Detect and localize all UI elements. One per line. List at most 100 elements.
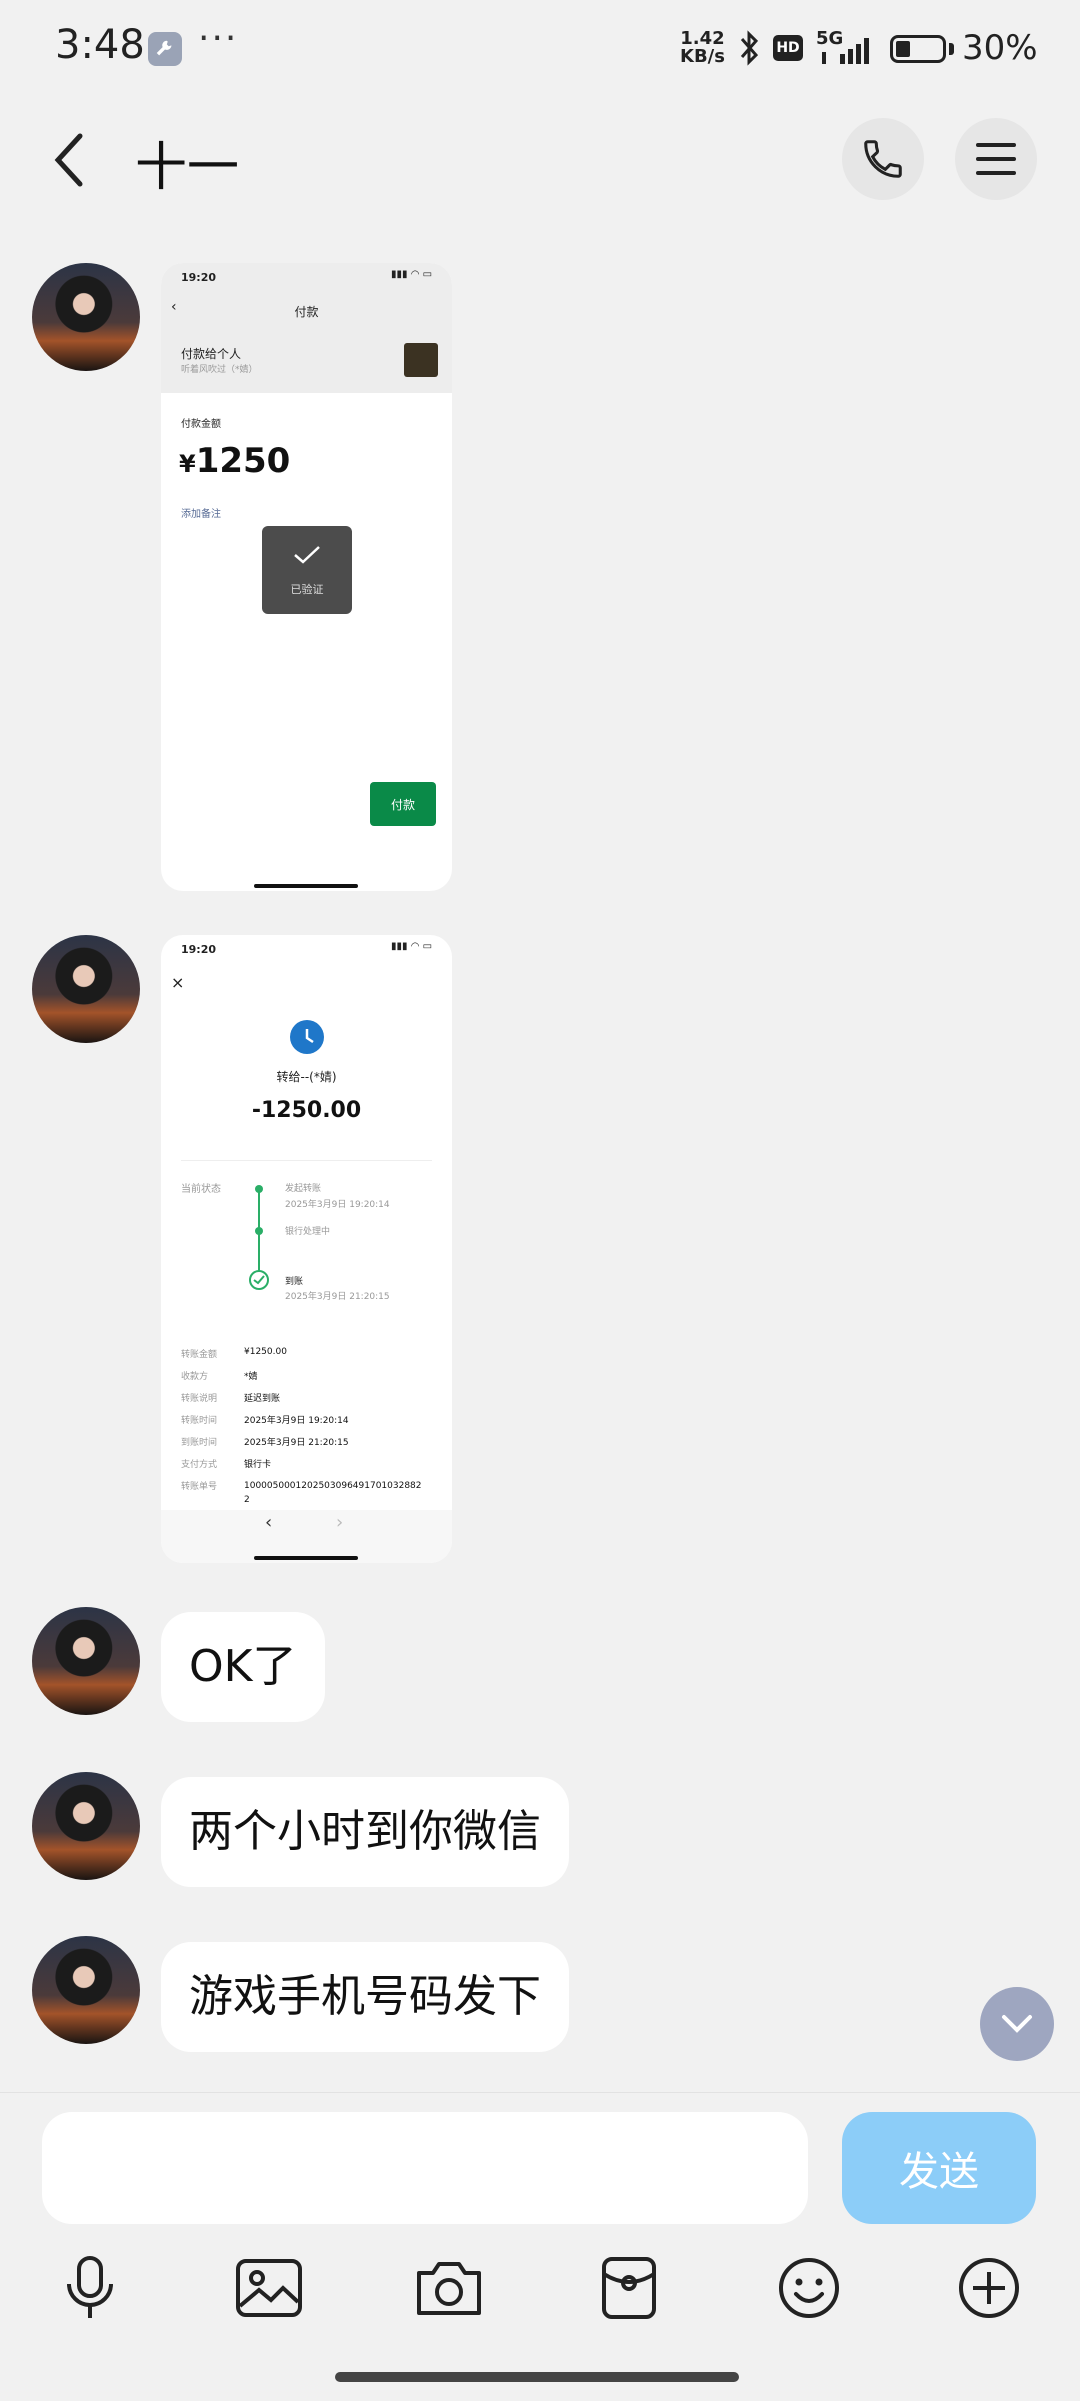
signal-icon — [820, 32, 876, 70]
smiley-icon — [779, 2258, 839, 2318]
gallery-button[interactable] — [229, 2248, 309, 2328]
phone-icon — [864, 140, 902, 178]
camera-button[interactable] — [409, 2248, 489, 2328]
detail-label: 收款方 — [181, 1372, 209, 1382]
avatar[interactable] — [32, 1772, 140, 1880]
avatar[interactable] — [32, 1936, 140, 2044]
screenshot-home-bar — [254, 1556, 358, 1560]
timeline-step-title: 到账 — [285, 1277, 304, 1287]
menu-button[interactable] — [955, 118, 1037, 200]
bluetooth-icon — [736, 28, 762, 72]
screenshot-home-bar — [254, 884, 358, 888]
avatar[interactable] — [32, 1607, 140, 1715]
transfer-details: 转账金额 ¥1250.00 收款方 *婧 转账说明 延迟到账 转账时间 2025年3月9… — [181, 1347, 441, 1507]
avatar[interactable] — [32, 263, 140, 371]
more-button[interactable] — [949, 2248, 1029, 2328]
detail-value: ¥1250.00 — [244, 1347, 287, 1357]
payee-avatar — [404, 343, 438, 377]
amount-row: ¥1250 — [179, 441, 290, 481]
screenshot-status-icons: ▮▮▮ ◠ ▭ — [391, 269, 433, 280]
image-icon — [236, 2259, 302, 2317]
payment-screenshot[interactable]: 19:20 ▮▮▮ ◠ ▭ ‹ 付款 付款给个人 听着风吹过（*婧） 付款金额 … — [161, 263, 452, 891]
red-packet-button[interactable] — [589, 2248, 669, 2328]
detail-row: 转账时间 2025年3月9日 19:20:14 — [181, 1413, 441, 1435]
divider — [181, 1160, 432, 1161]
chevron-right-icon: › — [336, 1512, 344, 1533]
call-button[interactable] — [842, 118, 924, 200]
hamburger-icon — [976, 143, 1016, 175]
pay-button: 付款 — [370, 782, 436, 826]
clock-icon — [290, 1020, 324, 1054]
add-note-link: 添加备注 — [181, 509, 221, 520]
microphone-icon — [67, 2256, 113, 2318]
battery-percent: 30% — [962, 28, 1038, 68]
detail-row: 收款方 *婧 — [181, 1369, 441, 1391]
camera-icon — [417, 2262, 481, 2315]
back-button[interactable] — [30, 120, 110, 200]
detail-row: 转账说明 延迟到账 — [181, 1391, 441, 1413]
status-time: 3:48 — [55, 22, 145, 68]
timeline-step-title: 银行处理中 — [285, 1227, 331, 1237]
screenshot-title: 付款 — [294, 305, 319, 319]
chevron-left-icon — [54, 133, 83, 187]
message-bubble[interactable]: 两个小时到你微信 — [161, 1777, 569, 1887]
transfer-amount: -1250.00 — [251, 1098, 362, 1123]
timeline-dot — [255, 1185, 263, 1193]
detail-value: 银行卡 — [244, 1460, 272, 1470]
detail-value: 2025年3月9日 21:20:15 — [244, 1438, 349, 1448]
wrench-icon — [148, 32, 182, 66]
voice-button[interactable] — [50, 2248, 130, 2328]
screenshot-header: 19:20 ▮▮▮ ◠ ▭ ‹ 付款 付款给个人 听着风吹过（*婧） — [161, 263, 452, 393]
detail-label: 转账时间 — [181, 1416, 218, 1426]
message-bubble[interactable]: OK了 — [161, 1612, 325, 1722]
detail-row: 转账单号 1000050001202503096491701032882 2 — [181, 1479, 441, 1507]
detail-row: 到账时间 2025年3月9日 21:20:15 — [181, 1435, 441, 1457]
detail-label: 转账说明 — [181, 1394, 218, 1404]
scroll-to-bottom-button[interactable] — [980, 1987, 1054, 2061]
detail-label: 转账单号 — [181, 1482, 218, 1492]
timeline-step-title: 发起转账 — [285, 1184, 322, 1194]
detail-value: 延迟到账 — [244, 1394, 281, 1404]
screenshot-time: 19:20 — [181, 271, 217, 284]
amount-label: 付款金额 — [181, 419, 221, 430]
screenshot-status-icons: ▮▮▮ ◠ ▭ — [391, 941, 433, 952]
currency-symbol: ¥ — [179, 450, 196, 478]
screenshot-time: 19:20 — [181, 943, 217, 956]
avatar[interactable] — [32, 935, 140, 1043]
message-input[interactable] — [42, 2112, 808, 2224]
message-bubble[interactable]: 游戏手机号码发下 — [161, 1942, 569, 2052]
detail-value: 2025年3月9日 19:20:14 — [244, 1416, 349, 1426]
close-icon: × — [171, 973, 185, 992]
detail-label: 转账金额 — [181, 1350, 218, 1360]
payee-subtitle: 听着风吹过（*婧） — [181, 365, 258, 375]
chevron-left-icon: ‹ — [265, 1512, 273, 1533]
battery-nub — [949, 43, 954, 55]
home-indicator[interactable] — [335, 2372, 739, 2382]
detail-value: 1000050001202503096491701032882 2 — [244, 1481, 422, 1505]
screenshot-nav-bar: ‹ › — [161, 1510, 452, 1563]
detail-row: 转账金额 ¥1250.00 — [181, 1347, 441, 1369]
red-packet-icon — [602, 2257, 656, 2319]
send-button[interactable]: 发送 — [842, 2112, 1036, 2224]
detail-label: 到账时间 — [181, 1438, 218, 1448]
more-notifications-icon: ··· — [198, 18, 239, 59]
verified-text: 已验证 — [290, 583, 324, 596]
status-label: 当前状态 — [181, 1184, 221, 1195]
network-speed: 1.42 KB/s — [680, 30, 725, 66]
plus-circle-icon — [959, 2258, 1019, 2318]
net-speed-unit: KB/s — [680, 46, 725, 67]
hd-badge: HD — [773, 35, 803, 61]
verified-toast: 已验证 — [262, 526, 352, 614]
transfer-recipient: 转给--(*婧) — [276, 1070, 337, 1084]
contact-name: 十一 — [135, 138, 240, 198]
transfer-screenshot[interactable]: 19:20 ▮▮▮ ◠ ▭ × 转给--(*婧) -1250.00 当前状态 发… — [161, 935, 452, 1563]
detail-row: 支付方式 银行卡 — [181, 1457, 441, 1479]
check-circle-icon — [249, 1270, 269, 1290]
detail-value: *婧 — [244, 1372, 258, 1382]
timeline-dot — [255, 1227, 263, 1235]
timeline-step-time: 2025年3月9日 19:20:14 — [285, 1200, 390, 1210]
chevron-down-icon — [1002, 2015, 1032, 2033]
timeline-step-time: 2025年3月9日 21:20:15 — [285, 1292, 390, 1302]
detail-label: 支付方式 — [181, 1460, 218, 1470]
emoji-button[interactable] — [769, 2248, 849, 2328]
